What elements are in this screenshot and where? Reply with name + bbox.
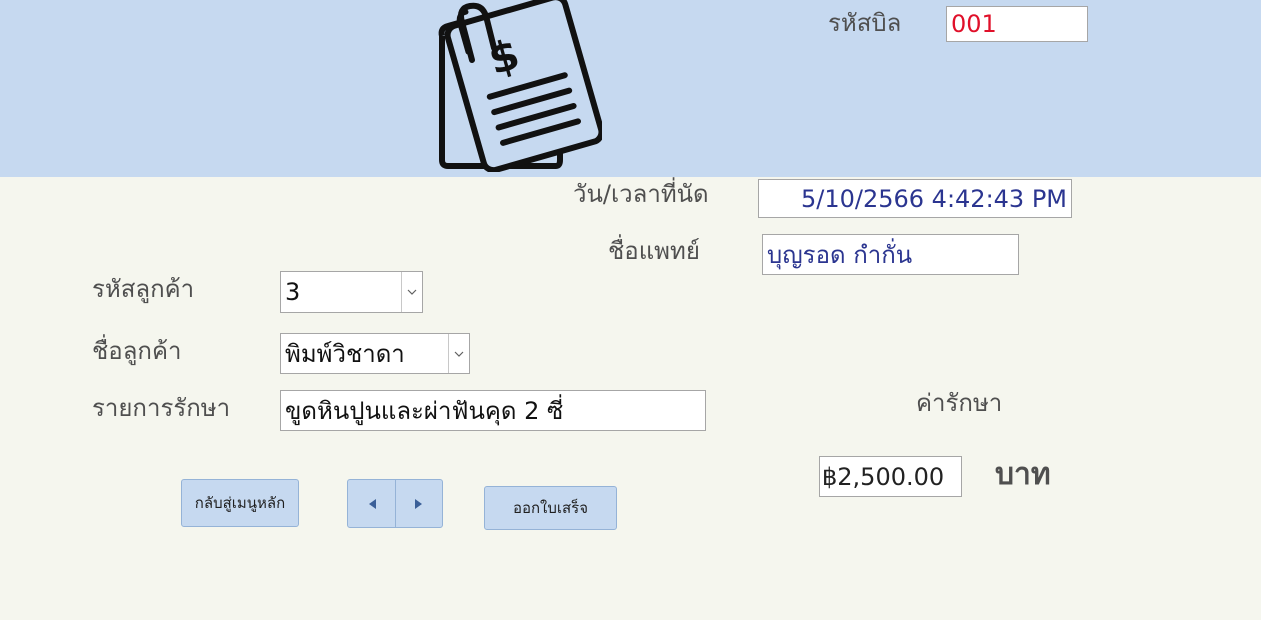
appointment-datetime-field[interactable]: 5/10/2566 4:42:43 PM [758,179,1072,218]
back-to-menu-label: กลับสู่เมนูหลัก [194,494,286,512]
fee-unit-label: บาท [995,457,1051,492]
treatment-value: ขูดหินปูนและผ่าฟันคุด 2 ซี่ [285,396,564,425]
triangle-left-icon [368,498,376,509]
previous-record-button[interactable] [347,479,396,528]
customer-id-label: รหัสลูกค้า [92,275,195,303]
customer-name-dropdown-button[interactable] [448,334,469,373]
header-band: $ รหัสบิล 001 [0,0,1261,177]
chevron-down-icon [407,289,417,295]
fee-label: ค่ารักษา [916,389,1003,417]
doctor-name-label: ชื่อแพทย์ [608,237,700,265]
customer-name-label: ชื่อลูกค้า [92,337,182,365]
doctor-name-field[interactable]: บุญรอด กำกั่น [762,234,1019,275]
appointment-datetime-label: วัน/เวลาที่นัด [573,180,709,208]
fee-field[interactable]: ฿2,500.00 [819,456,962,497]
customer-id-dropdown-button[interactable] [401,272,422,312]
issue-receipt-button[interactable]: ออกใบเสร็จ [484,486,617,530]
treatment-field[interactable]: ขูดหินปูนและผ่าฟันคุด 2 ซี่ [280,390,706,431]
customer-name-combobox[interactable]: พิมพ์วิชาดา [280,333,470,374]
bill-id-field[interactable]: 001 [946,6,1088,42]
bill-id-value: 001 [951,10,997,38]
customer-id-combobox[interactable]: 3 [280,271,423,313]
bill-id-label: รหัสบิล [828,9,902,37]
customer-id-value: 3 [285,278,301,306]
doctor-name-value: บุญรอด กำกั่น [767,240,913,269]
triangle-right-icon [415,498,422,509]
customer-name-value: พิมพ์วิชาดา [285,339,405,368]
fee-value: ฿2,500.00 [822,462,945,491]
chevron-down-icon [454,351,464,357]
invoice-document-icon: $ [438,0,602,172]
appointment-datetime-value: 5/10/2566 4:42:43 PM [800,184,1067,213]
treatment-label: รายการรักษา [92,394,231,422]
next-record-button[interactable] [395,479,443,528]
issue-receipt-label: ออกใบเสร็จ [512,499,589,517]
back-to-menu-button[interactable]: กลับสู่เมนูหลัก [181,479,299,527]
